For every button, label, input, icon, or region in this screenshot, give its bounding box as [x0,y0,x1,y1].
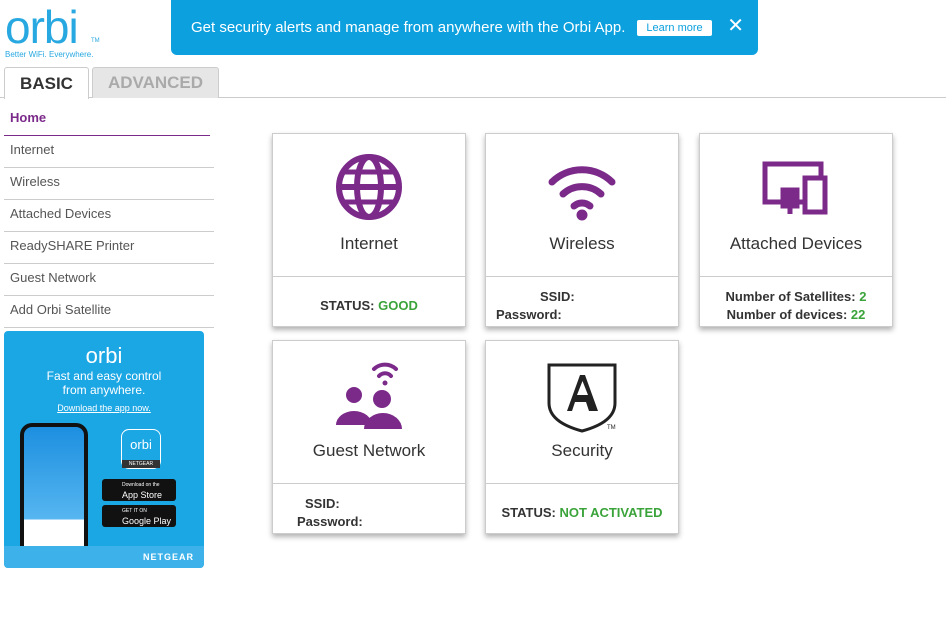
app-icon-brand: NETGEAR [122,460,160,468]
status-value: NOT ACTIVATED [559,505,663,520]
status-value: GOOD [378,298,418,313]
attached-devices-card[interactable]: Attached Devices Number of Satellites: 2… [699,133,893,327]
password-label: Password: [297,514,363,529]
sidebar-item-home[interactable]: Home [4,104,210,136]
banner-text: Get security alerts and manage from anyw… [191,19,626,36]
card-title: Internet [340,234,398,253]
sidebar: Home Internet Wireless Attached Devices … [4,104,214,328]
sidebar-item-wireless[interactable]: Wireless [4,168,214,200]
status-label: STATUS: [501,505,556,520]
orbi-logo: orbi TM Better WiFi. Everywhere. [5,1,100,59]
logo-word: orbi [5,1,79,53]
promo-line1: Fast and easy control [46,369,162,383]
app-store-button[interactable]: Download on the App Store [102,479,176,501]
orbi-app-icon: orbi NETGEAR [121,429,161,469]
play-label: Google Play [122,516,172,526]
card-title: Wireless [549,234,615,253]
learn-more-button[interactable]: Learn more [637,19,712,36]
logo-tm: TM [91,38,100,44]
security-card[interactable]: TM Security STATUS: NOT ACTIVATED [485,340,679,534]
card-title: Guest Network [312,441,426,460]
tab-basic[interactable]: BASIC [4,67,89,99]
promo-line2: from anywhere. [62,383,146,397]
close-icon[interactable]: ✕ [727,13,744,38]
sidebar-item-internet[interactable]: Internet [4,136,214,168]
devices-count: 22 [850,307,866,322]
appstore-small: Download on the [122,482,160,488]
ssid-label: SSID: [305,496,340,511]
password-label: Password: [496,307,562,322]
tab-bar: BASIC ADVANCED [0,66,946,99]
play-small: GET IT ON [122,508,147,514]
promo-logo: orbi [85,343,123,368]
card-title: Attached Devices [729,234,863,253]
appstore-label: App Store [122,490,163,500]
wifi-icon [486,152,678,222]
wireless-card[interactable]: Wireless SSID: Password: [485,133,679,327]
devices-icon [700,152,892,222]
card-title: Security [551,441,613,460]
tm-mark: TM [607,425,616,431]
google-play-button[interactable]: GET IT ON Google Play [102,505,176,527]
guest-users-icon [273,359,465,429]
download-link[interactable]: Download the app now. [4,403,204,413]
app-banner: Get security alerts and manage from anyw… [171,0,758,55]
sidebar-item-attached-devices[interactable]: Attached Devices [4,200,214,232]
sidebar-item-add-orbi-satellite[interactable]: Add Orbi Satellite [4,296,214,328]
sidebar-item-guest-network[interactable]: Guest Network [4,264,214,296]
armor-shield-icon: TM [486,359,678,433]
status-label: STATUS: [320,298,375,313]
app-icon-text: orbi [130,437,152,452]
logo-tagline: Better WiFi. Everywhere. [5,50,94,59]
satellites-count: 2 [859,289,867,304]
devices-label: Number of devices: [726,307,848,322]
satellites-label: Number of Satellites: [725,289,856,304]
guest-network-card[interactable]: Guest Network SSID: Password: [272,340,466,534]
app-promo[interactable]: orbi Fast and easy control from anywhere… [4,331,204,568]
globe-icon [273,152,465,222]
internet-card[interactable]: Internet STATUS: GOOD [272,133,466,327]
tab-advanced[interactable]: ADVANCED [92,67,219,98]
ssid-label: SSID: [540,289,575,304]
netgear-brand: NETGEAR [4,546,204,568]
sidebar-item-readyshare-printer[interactable]: ReadySHARE Printer [4,232,214,264]
